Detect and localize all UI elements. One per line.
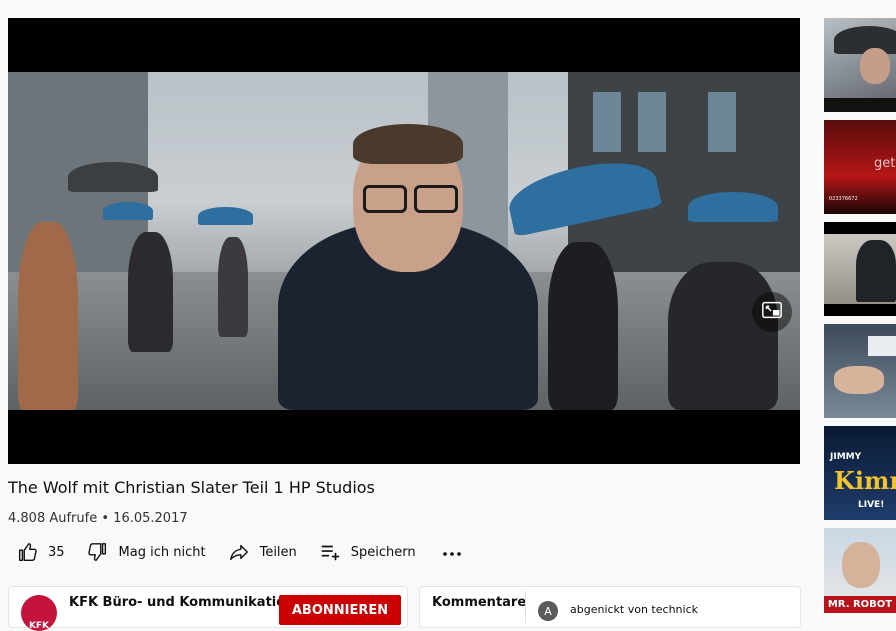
- person: [18, 222, 78, 410]
- thumb-bar: [824, 304, 896, 316]
- umbrella: [68, 162, 158, 192]
- thumb-caption: MR. ROBOT: [824, 596, 896, 613]
- person: [548, 242, 618, 410]
- action-bar: 35 Mag ich nicht Teilen Speichern: [8, 536, 464, 568]
- related-thumb[interactable]: [824, 222, 896, 316]
- channel-card: KFK KFK Büro- und Kommunikatio… ABONNIER…: [8, 586, 408, 631]
- related-thumb[interactable]: get 023376672: [824, 120, 896, 214]
- glasses-left: [363, 185, 407, 213]
- thumb-live: LIVE!: [858, 500, 885, 510]
- save-playlist-icon: [319, 541, 341, 563]
- miniplayer-icon: [761, 299, 783, 325]
- thumb-person: [856, 240, 896, 302]
- upload-date: 16.05.2017: [113, 511, 188, 526]
- view-count: 4.808 Aufrufe: [8, 511, 98, 526]
- like-count: 35: [48, 544, 65, 560]
- thumb-logo: Kimmel: [834, 466, 896, 495]
- related-thumb[interactable]: [824, 18, 896, 112]
- more-actions-button[interactable]: [440, 536, 464, 568]
- dislike-button[interactable]: Mag ich nicht: [87, 536, 206, 568]
- channel-avatar-text: KFK: [28, 621, 50, 631]
- save-label: Speichern: [350, 544, 416, 560]
- comments-label: Kommentare: [432, 595, 527, 610]
- related-thumb[interactable]: JIMMY Kimmel LIVE!: [824, 426, 896, 520]
- thumb-face: [842, 542, 880, 588]
- window: [638, 92, 666, 152]
- save-button[interactable]: Speichern: [319, 536, 416, 568]
- thumb-face: [834, 366, 884, 394]
- like-button[interactable]: 35: [16, 536, 65, 568]
- video-frame: [8, 72, 800, 410]
- channel-avatar[interactable]: KFK: [21, 595, 57, 631]
- umbrella: [198, 207, 253, 225]
- subscribe-button[interactable]: ABONNIEREN: [279, 595, 401, 625]
- share-icon: [228, 541, 250, 563]
- thumb-bar: [824, 98, 896, 112]
- comment-avatar: A: [538, 601, 558, 621]
- person: [668, 262, 778, 410]
- comments-card[interactable]: Kommentare A abgenickt von technick: [419, 586, 801, 628]
- window: [708, 92, 736, 152]
- person: [128, 232, 173, 352]
- thumb-caption: 023376672: [829, 196, 858, 202]
- share-button[interactable]: Teilen: [228, 536, 297, 568]
- dislike-label: Mag ich nicht: [118, 544, 206, 560]
- meta-separator: •: [101, 511, 110, 526]
- miniplayer-button[interactable]: [752, 292, 792, 332]
- video-player[interactable]: [8, 18, 800, 464]
- thumb-up-icon: [16, 541, 38, 563]
- umbrella: [103, 202, 153, 220]
- related-thumb[interactable]: MR. ROBOT: [824, 528, 896, 613]
- thumb-text: get: [874, 156, 896, 171]
- video-meta: 4.808 Aufrufe • 16.05.2017: [8, 511, 188, 526]
- channel-name[interactable]: KFK Büro- und Kommunikatio…: [69, 595, 298, 610]
- glasses-right: [414, 185, 458, 213]
- thumb-face: [860, 48, 890, 84]
- thumb-bar: [824, 222, 896, 234]
- related-thumb[interactable]: [824, 324, 896, 418]
- comment-author: abgenickt von technick: [570, 603, 698, 616]
- person: [218, 237, 248, 337]
- thumb-screen: [868, 336, 896, 356]
- actor-hair: [353, 124, 463, 164]
- window: [593, 92, 621, 152]
- thumb-caption: JIMMY: [830, 452, 862, 462]
- video-title: The Wolf mit Christian Slater Teil 1 HP …: [8, 478, 375, 497]
- divider: [525, 591, 526, 623]
- share-label: Teilen: [259, 544, 297, 560]
- more-icon: [440, 540, 464, 564]
- thumb-down-icon: [87, 541, 109, 563]
- umbrella: [688, 192, 778, 222]
